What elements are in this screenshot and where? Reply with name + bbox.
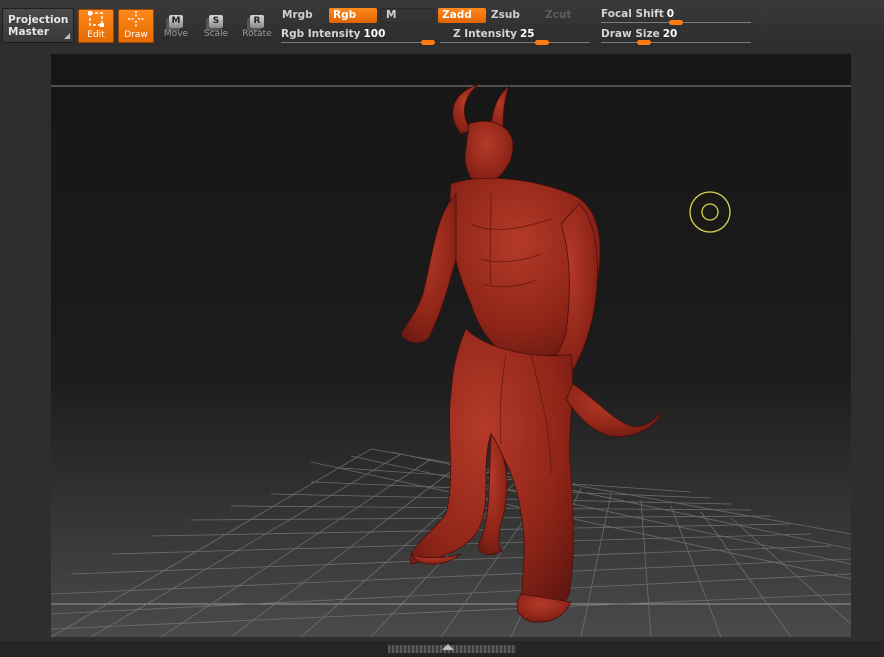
scale-button[interactable]: S Scale bbox=[198, 9, 234, 43]
zcut-toggle[interactable]: Zcut bbox=[541, 8, 589, 23]
move-key-icon: M bbox=[169, 15, 183, 28]
focal-shift-value: 0 bbox=[666, 8, 675, 20]
draw-label: Draw bbox=[124, 30, 148, 40]
z-intensity-label: Z Intensity bbox=[453, 28, 517, 40]
move-button[interactable]: M Move bbox=[158, 9, 194, 43]
draw-size-value: 20 bbox=[662, 28, 678, 40]
top-toolbar: Projection Master Edit Draw M Move S Sca… bbox=[0, 0, 884, 46]
draw-size-slider[interactable]: Draw Size 20 bbox=[601, 27, 677, 41]
z-intensity-slider[interactable]: Z Intensity 25 bbox=[453, 27, 535, 41]
z-intensity-knob[interactable] bbox=[535, 40, 549, 45]
zsub-toggle[interactable]: Zsub bbox=[487, 8, 535, 23]
rgb-intensity-label: Rgb Intensity bbox=[281, 28, 361, 40]
rgb-toggle[interactable]: Rgb bbox=[329, 8, 377, 23]
draw-size-label: Draw Size bbox=[601, 28, 660, 40]
move-label: Move bbox=[163, 29, 189, 39]
expand-corner-icon bbox=[64, 33, 70, 39]
projection-master-label-line1: Projection bbox=[8, 14, 69, 26]
collapse-arrow-icon[interactable] bbox=[442, 644, 454, 650]
rotate-key-icon: R bbox=[250, 15, 264, 28]
rotate-button[interactable]: R Rotate bbox=[239, 9, 275, 43]
edit-mode-icon bbox=[79, 10, 113, 30]
scale-label: Scale bbox=[203, 29, 229, 39]
document-viewport[interactable] bbox=[51, 54, 851, 637]
draw-size-knob[interactable] bbox=[637, 40, 651, 45]
z-intensity-value: 25 bbox=[519, 28, 535, 40]
zadd-toggle[interactable]: Zadd bbox=[438, 8, 486, 23]
m-toggle[interactable]: M bbox=[382, 8, 430, 23]
rotate-label: Rotate bbox=[242, 29, 272, 39]
projection-master-button[interactable]: Projection Master bbox=[2, 8, 74, 43]
z-intensity-track[interactable] bbox=[440, 42, 590, 43]
scale-key-icon: S bbox=[209, 15, 223, 28]
edit-button[interactable]: Edit bbox=[78, 9, 114, 43]
draw-size-track[interactable] bbox=[601, 42, 751, 43]
rgb-intensity-slider[interactable]: Rgb Intensity 100 bbox=[281, 27, 385, 41]
rgb-intensity-track[interactable] bbox=[281, 42, 435, 43]
edit-label: Edit bbox=[87, 30, 105, 40]
rgb-intensity-value: 100 bbox=[363, 28, 386, 40]
draw-button[interactable]: Draw bbox=[118, 9, 154, 43]
draw-crosshair-icon bbox=[119, 10, 153, 30]
rgb-intensity-knob[interactable] bbox=[421, 40, 435, 45]
focal-shift-knob[interactable] bbox=[669, 20, 683, 25]
mrgb-toggle[interactable]: Mrgb bbox=[278, 8, 326, 23]
focal-shift-slider[interactable]: Focal Shift 0 bbox=[601, 7, 674, 21]
focal-shift-label: Focal Shift bbox=[601, 8, 664, 20]
